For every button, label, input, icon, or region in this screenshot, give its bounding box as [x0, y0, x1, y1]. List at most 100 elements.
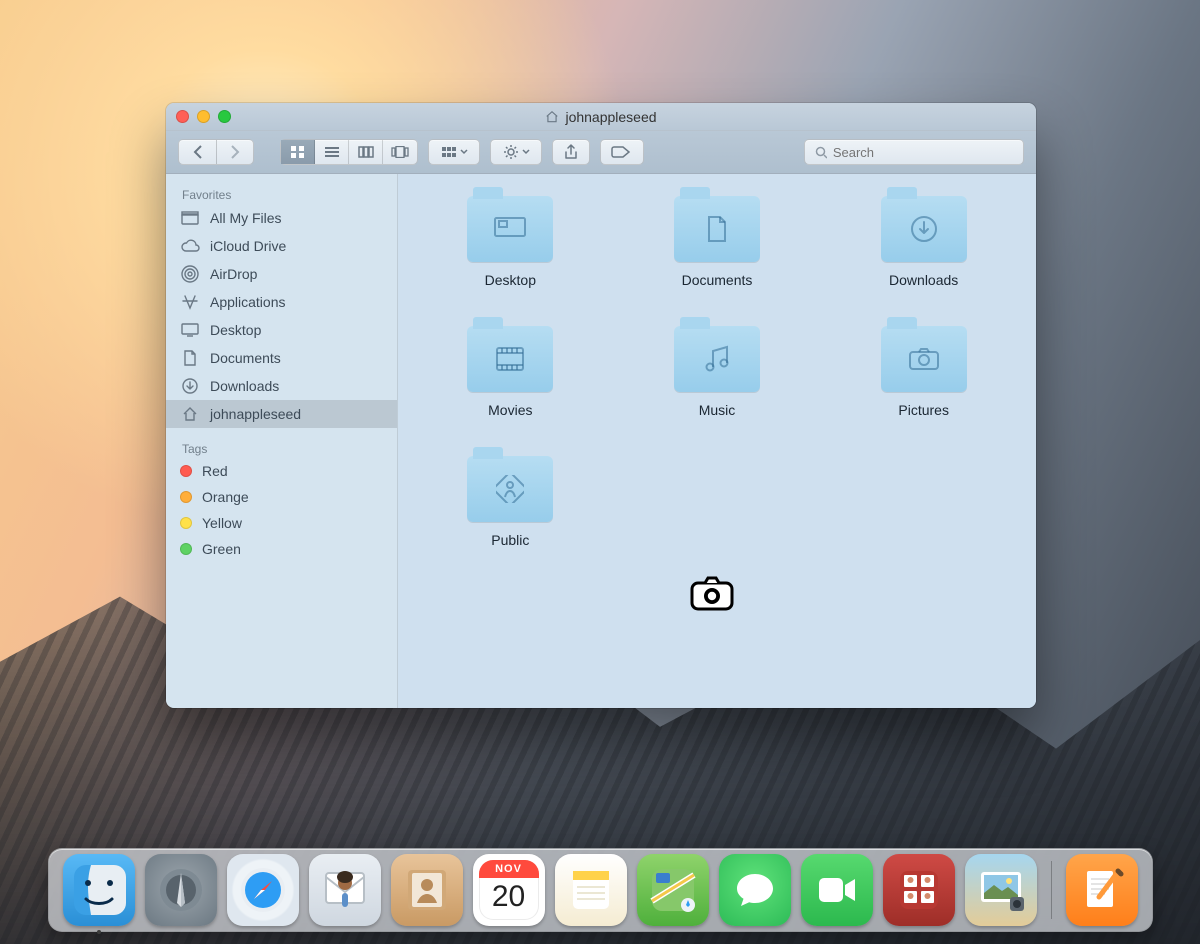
sidebar-tag-orange[interactable]: Orange — [166, 484, 397, 510]
home-icon — [545, 110, 559, 124]
folder-movies[interactable]: Movies — [422, 326, 599, 418]
contacts-icon — [402, 865, 452, 915]
calendar-month: NOV — [479, 860, 539, 878]
sidebar-item-all-my-files[interactable]: All My Files — [166, 204, 397, 232]
dock-item-calendar[interactable]: NOV 20 — [473, 854, 545, 926]
dock-item-facetime[interactable] — [801, 854, 873, 926]
folder-downloads[interactable]: Downloads — [835, 196, 1012, 288]
safari-icon — [238, 865, 288, 915]
search-field[interactable] — [804, 139, 1024, 165]
sidebar-tags-heading: Tags — [166, 436, 397, 458]
launchpad-icon — [158, 867, 204, 913]
content-area[interactable]: Desktop Documents Downloads Movies Music — [398, 174, 1036, 708]
dock-item-maps[interactable] — [637, 854, 709, 926]
arrange-button[interactable] — [428, 139, 480, 165]
folder-music[interactable]: Music — [629, 326, 806, 418]
folder-label: Pictures — [898, 402, 949, 418]
window-controls — [176, 110, 231, 123]
messages-icon — [730, 865, 780, 915]
sidebar-item-home[interactable]: johnappleseed — [166, 400, 397, 428]
folder-label: Public — [491, 532, 529, 548]
arrange-icon — [441, 146, 457, 158]
window-title: johnappleseed — [545, 109, 656, 125]
dock-tray: NOV 20 — [48, 848, 1153, 932]
gear-icon — [503, 145, 519, 159]
finder-icon — [72, 863, 126, 917]
sidebar-item-applications[interactable]: Applications — [166, 288, 397, 316]
sidebar-item-label: AirDrop — [210, 266, 257, 282]
forward-button[interactable] — [216, 139, 254, 165]
close-button[interactable] — [176, 110, 189, 123]
applications-icon — [180, 293, 200, 311]
sidebar-tag-red[interactable]: Red — [166, 458, 397, 484]
zoom-button[interactable] — [218, 110, 231, 123]
edit-tags-button[interactable] — [600, 139, 644, 165]
photos-icon — [976, 865, 1026, 915]
dock-item-safari[interactable] — [227, 854, 299, 926]
documents-icon — [180, 349, 200, 367]
view-mode-switcher — [280, 139, 418, 165]
sidebar-item-label: Desktop — [210, 322, 261, 338]
all-my-files-icon — [180, 209, 200, 227]
folder-icon — [881, 196, 967, 262]
folder-label: Music — [699, 402, 736, 418]
window-titlebar[interactable]: johnappleseed — [166, 103, 1036, 131]
airdrop-icon — [180, 265, 200, 283]
folder-icon — [881, 326, 967, 392]
dock-item-messages[interactable] — [719, 854, 791, 926]
view-icons-button[interactable] — [281, 140, 315, 164]
window-body: Favorites All My Files iCloud Drive AirD… — [166, 174, 1036, 708]
dock-item-pages[interactable] — [1066, 854, 1138, 926]
sidebar-item-label: Documents — [210, 350, 281, 366]
tag-dot-icon — [180, 465, 192, 477]
photobooth-icon — [894, 865, 944, 915]
sidebar-favorites-heading: Favorites — [166, 182, 397, 204]
folder-pictures[interactable]: Pictures — [835, 326, 1012, 418]
chevron-right-icon — [229, 145, 241, 159]
search-input[interactable] — [833, 145, 1013, 160]
view-coverflow-button[interactable] — [383, 140, 417, 164]
chevron-down-icon — [460, 149, 468, 155]
dock-item-finder[interactable] — [63, 854, 135, 926]
window-title-text: johnappleseed — [565, 109, 656, 125]
sidebar: Favorites All My Files iCloud Drive AirD… — [166, 174, 398, 708]
dock-item-contacts[interactable] — [391, 854, 463, 926]
sidebar-item-downloads[interactable]: Downloads — [166, 372, 397, 400]
grid-icon — [290, 145, 306, 159]
folder-label: Desktop — [485, 272, 536, 288]
sidebar-item-desktop[interactable]: Desktop — [166, 316, 397, 344]
sidebar-item-label: iCloud Drive — [210, 238, 286, 254]
dock-item-photobooth[interactable] — [883, 854, 955, 926]
share-button[interactable] — [552, 139, 590, 165]
folder-label: Downloads — [889, 272, 958, 288]
finder-window: johnappleseed — [166, 103, 1036, 708]
sidebar-tag-green[interactable]: Green — [166, 536, 397, 562]
columns-icon — [358, 146, 374, 158]
view-list-button[interactable] — [315, 140, 349, 164]
sidebar-item-icloud[interactable]: iCloud Drive — [166, 232, 397, 260]
calendar-day: 20 — [492, 880, 525, 914]
maps-icon — [648, 865, 698, 915]
dock: NOV 20 — [0, 848, 1200, 944]
dock-item-launchpad[interactable] — [145, 854, 217, 926]
view-columns-button[interactable] — [349, 140, 383, 164]
dock-item-mail[interactable] — [309, 854, 381, 926]
folder-public[interactable]: Public — [422, 456, 599, 548]
desktop-icon — [180, 321, 200, 339]
sidebar-item-airdrop[interactable]: AirDrop — [166, 260, 397, 288]
sidebar-item-label: johnappleseed — [210, 406, 301, 422]
folder-documents[interactable]: Documents — [629, 196, 806, 288]
sidebar-tag-yellow[interactable]: Yellow — [166, 510, 397, 536]
running-indicator — [97, 930, 101, 934]
folder-desktop[interactable]: Desktop — [422, 196, 599, 288]
tag-dot-icon — [180, 543, 192, 555]
action-button[interactable] — [490, 139, 542, 165]
dock-item-notes[interactable] — [555, 854, 627, 926]
minimize-button[interactable] — [197, 110, 210, 123]
back-button[interactable] — [178, 139, 216, 165]
tag-dot-icon — [180, 491, 192, 503]
calendar-icon: NOV 20 — [479, 860, 539, 920]
sidebar-item-label: Green — [202, 541, 241, 557]
dock-item-photos[interactable] — [965, 854, 1037, 926]
sidebar-item-documents[interactable]: Documents — [166, 344, 397, 372]
